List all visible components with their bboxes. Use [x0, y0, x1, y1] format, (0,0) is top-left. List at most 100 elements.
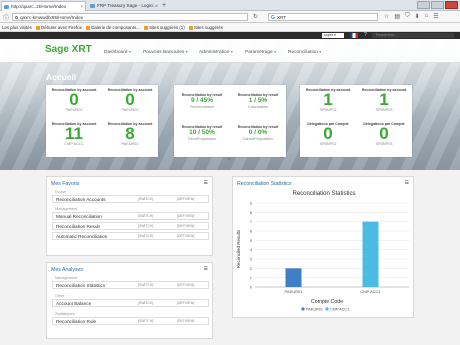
- bar: [285, 268, 302, 287]
- close-tab-icon[interactable]: ×: [155, 1, 158, 11]
- carousel-dot-icon[interactable]: [228, 158, 230, 160]
- sage-logo: Sage XRT: [45, 44, 92, 55]
- defview-button[interactable]: [DEFVIEW]: [177, 300, 194, 307]
- analysis-row[interactable]: Account Balance [SWITCH] [DEFVIEW]: [52, 299, 209, 307]
- menu-parametrage[interactable]: Paramétrage ▾: [245, 49, 276, 55]
- kpi-panel-delegations: Reconciliation by account 1 SFBNP02 Reconc…: [300, 85, 412, 157]
- bookmark-icon: [144, 25, 149, 30]
- language-flag-icon[interactable]: [350, 33, 358, 38]
- page-favicon-icon: [90, 4, 95, 8]
- kpi-tile[interactable]: Reconciliation by result 9 / 45% Reconcili…: [176, 93, 228, 109]
- switch-button[interactable]: [SWITCH]: [138, 223, 153, 230]
- page-favicon-icon: [4, 5, 9, 9]
- card-title: Mes Favoris: [51, 181, 80, 187]
- y-tick-label: 3: [250, 257, 253, 262]
- bookmarks-bar: Les plus visités Débuter avec Firefox Ga…: [0, 23, 460, 32]
- star-icon[interactable]: ☆: [384, 13, 389, 20]
- card-menu-icon[interactable]: ☰: [405, 180, 409, 186]
- kpi-tile[interactable]: Reconciliation by account 8 PAEUR01: [104, 122, 156, 146]
- kpi-tile[interactable]: Reconciliation by account 1 SFBNP02: [302, 88, 354, 112]
- favorite-row[interactable]: Automatic Reconciliation [SWITCH] [DEFVI…: [52, 232, 209, 240]
- bookmark-item[interactable]: Débuter avec Firefox: [41, 25, 82, 30]
- chart-title: Reconciliation Statistics: [292, 191, 355, 197]
- kpi-tile[interactable]: Reconciliation by result 1 / 5% Cancelatio…: [232, 93, 284, 109]
- close-window-button[interactable]: [445, 1, 458, 9]
- switch-button[interactable]: [SWITCH]: [138, 318, 153, 325]
- switch-button[interactable]: [SWITCH]: [138, 282, 153, 289]
- favorite-row[interactable]: Reconciliation Accounts [SWITCH] [DEFVIE…: [52, 195, 209, 203]
- page-title: Accueil: [46, 72, 77, 82]
- tab-second[interactable]: FRP Treasury Sage - Logici... ×: [88, 1, 160, 11]
- switch-button[interactable]: [SWITCH]: [138, 213, 153, 220]
- browser-search-input[interactable]: G XRT: [268, 13, 378, 21]
- menu-dashboard[interactable]: Dashboard ▾: [104, 49, 131, 55]
- menu-reconciliation[interactable]: Reconciliation ▾: [288, 49, 321, 55]
- switch-button[interactable]: [SWITCH]: [138, 300, 153, 307]
- kpi-tile[interactable]: Reconciliation by account 0 PAEUR02: [104, 88, 156, 112]
- legend-label: CMP'ACC1: [330, 308, 349, 312]
- kpi-tile[interactable]: Reconciliation by result 10 / 50% RecoProp…: [176, 125, 228, 141]
- kpi-tile[interactable]: Délégations par Compte 0 SFBNP03: [358, 122, 410, 146]
- card-menu-icon[interactable]: ☰: [204, 266, 208, 272]
- download-icon[interactable]: ⬇: [415, 13, 420, 20]
- pocket-icon[interactable]: ⛉: [405, 13, 410, 20]
- lock-icon: [15, 16, 18, 19]
- kpi-tile[interactable]: Reconciliation by account 1 SFBNP03: [358, 88, 410, 112]
- search-text: XRT: [277, 15, 287, 20]
- menu-icon[interactable]: ☰: [433, 13, 438, 20]
- group-label: Statistiques: [55, 312, 75, 316]
- analysis-row[interactable]: Reconciliation Statistics [SWITCH] [DEFV…: [52, 281, 209, 289]
- info-icon[interactable]: ⓘ: [3, 13, 9, 22]
- menu-pouvoirs-bancaires[interactable]: Pouvoirs Bancaires ▾: [143, 49, 188, 55]
- defview-button[interactable]: [DEFVIEW]: [177, 233, 194, 240]
- kpi-tile[interactable]: Délégations par Compte 0 SFBNP02: [302, 122, 354, 146]
- y-tick-label: 2: [250, 266, 253, 271]
- statistics-card: Reconciliation Statistics ☰ Reconciliati…: [232, 176, 414, 318]
- favorite-row[interactable]: Reconciliation Result [SWITCH] [DEFVIEW]: [52, 222, 209, 230]
- y-tick-label: 7: [250, 219, 253, 224]
- reading-list-icon[interactable]: ▤: [394, 13, 400, 20]
- tab-active[interactable]: http://qaxrc..2t/Home/Index ×: [1, 1, 86, 11]
- y-axis-label: Reconciled Results: [236, 229, 241, 268]
- app-top-bar: super ▾ ? Rechercher...: [0, 32, 460, 39]
- window-controls: [417, 1, 458, 9]
- bookmark-item[interactable]: Sites suggérés (1): [149, 25, 185, 30]
- app-search-input[interactable]: Rechercher...: [372, 33, 454, 38]
- favorite-row[interactable]: Manual Reconciliation [SWITCH] [DEFVIEW]: [52, 212, 209, 220]
- group-label: Management: [55, 207, 78, 211]
- home-icon[interactable]: ⌂: [425, 13, 429, 20]
- x-tick-label: PAEUR01: [285, 289, 304, 294]
- new-tab-icon[interactable]: +: [162, 0, 166, 11]
- maximize-button[interactable]: [431, 1, 444, 9]
- switch-button[interactable]: [SWITCH]: [138, 196, 153, 203]
- defview-button[interactable]: [DEFVIEW]: [177, 282, 194, 289]
- search-placeholder: Rechercher...: [376, 33, 398, 37]
- defview-button[interactable]: [DEFVIEW]: [177, 223, 194, 230]
- url-bar[interactable]: qaxrc-kmwwdb:85/Home/Index: [12, 13, 248, 21]
- y-tick-label: 5: [250, 238, 253, 243]
- tab-title: http://qaxrc..2t/Home/Index: [11, 4, 67, 9]
- kpi-tile[interactable]: Reconciliation by result 0 / 0% CancelProp…: [232, 125, 284, 141]
- kpi-tile[interactable]: Reconciliation by account 0 PAEUR02: [48, 88, 100, 112]
- help-icon[interactable]: ?: [364, 32, 367, 38]
- user-dropdown[interactable]: super ▾: [322, 33, 344, 38]
- reload-icon[interactable]: ↻: [253, 13, 258, 20]
- bookmark-item[interactable]: Les plus visités: [2, 25, 32, 30]
- bookmark-item[interactable]: Galerie de composants...: [91, 25, 140, 30]
- browser-nav-bar: ⓘ qaxrc-kmwwdb:85/Home/Index ↻ G XRT ☆ ▤…: [0, 11, 460, 23]
- legend-label: PAEUR01: [306, 308, 323, 312]
- card-menu-icon[interactable]: ☰: [204, 180, 208, 186]
- y-tick-label: 6: [250, 229, 253, 234]
- defview-button[interactable]: [DEFVIEW]: [177, 196, 194, 203]
- defview-button[interactable]: [DEFVIEW]: [177, 318, 194, 325]
- bar: [362, 221, 379, 287]
- switch-button[interactable]: [SWITCH]: [138, 233, 153, 240]
- bookmark-item[interactable]: Sites suggérés: [194, 25, 223, 30]
- kpi-tile[interactable]: Reconciliation by account 11 CMP'ACC1: [48, 122, 100, 146]
- defview-button[interactable]: [DEFVIEW]: [177, 213, 194, 220]
- close-tab-icon[interactable]: ×: [80, 2, 83, 11]
- menu-administration[interactable]: Administration ▾: [199, 49, 233, 55]
- minimize-button[interactable]: [417, 1, 430, 9]
- group-label: Management: [55, 276, 78, 280]
- analysis-row[interactable]: Reconciliation Rule [SWITCH] [DEFVIEW]: [52, 317, 209, 325]
